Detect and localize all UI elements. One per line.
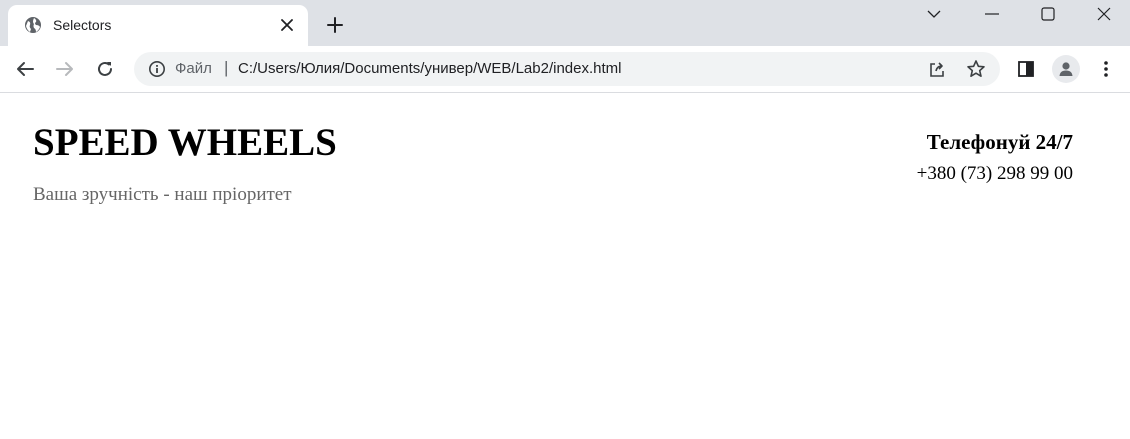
maximize-icon[interactable] <box>1020 0 1076 28</box>
contact-phone: +380 (73) 298 99 00 <box>916 163 1073 184</box>
chevron-down-icon[interactable] <box>906 0 962 28</box>
page-content: SPEED WHEELS Ваша зручність - наш пріори… <box>0 93 1130 439</box>
profile-icon[interactable] <box>1052 55 1080 83</box>
reload-icon[interactable] <box>91 55 119 83</box>
address-bar[interactable]: Файл | C:/Users/Юлия/Documents/универ/WE… <box>134 52 1000 86</box>
tab-selectors[interactable]: Selectors <box>8 5 308 46</box>
star-icon[interactable] <box>965 58 987 80</box>
minimize-icon[interactable] <box>964 0 1020 28</box>
address-url[interactable]: C:/Users/Юлия/Documents/универ/WEB/Lab2/… <box>238 60 622 77</box>
arrow-right-icon[interactable] <box>51 55 79 83</box>
close-icon[interactable] <box>1076 0 1130 28</box>
arrow-left-icon[interactable] <box>11 55 39 83</box>
browser-window: Selectors Файл | C:/Users/Юлия/Documents… <box>0 0 1130 439</box>
info-icon[interactable] <box>148 60 166 78</box>
site-tagline: Ваша зручність - наш пріоритет <box>33 184 292 205</box>
contact-heading: Телефонуй 24/7 <box>926 130 1073 154</box>
tab-close-icon[interactable] <box>278 16 296 34</box>
tab-title: Selectors <box>53 17 112 33</box>
globe-icon <box>24 16 42 34</box>
plus-icon[interactable] <box>322 12 348 38</box>
tab-strip: Selectors <box>0 0 1130 46</box>
address-separator: | <box>224 58 229 77</box>
kebab-menu-icon[interactable] <box>1092 55 1120 83</box>
address-scheme-label: Файл <box>175 60 212 77</box>
share-icon[interactable] <box>926 58 948 80</box>
site-title: SPEED WHEELS <box>33 121 337 164</box>
side-panel-icon[interactable] <box>1012 55 1040 83</box>
browser-toolbar: Файл | C:/Users/Юлия/Documents/универ/WE… <box>0 46 1130 93</box>
